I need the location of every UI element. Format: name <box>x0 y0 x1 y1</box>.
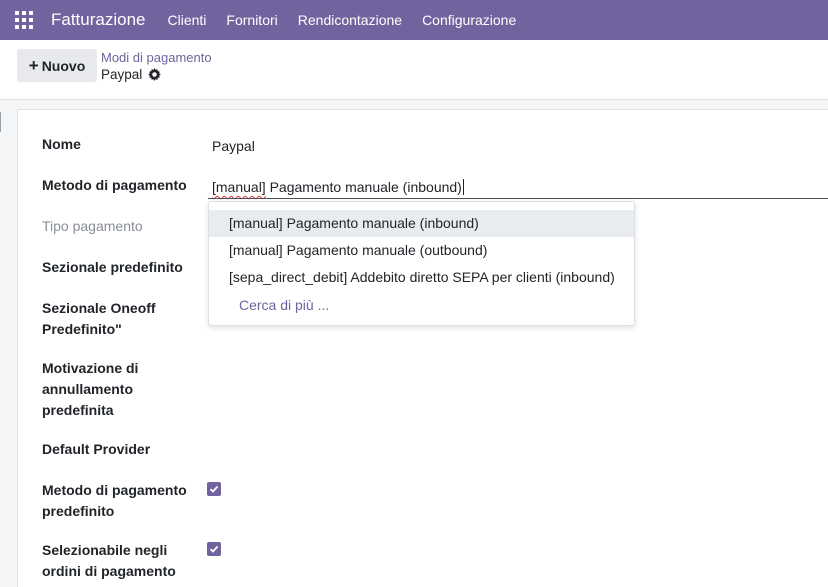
new-button[interactable]: + Nuovo <box>17 49 97 82</box>
new-button-label: Nuovo <box>41 57 86 74</box>
label-line: predefinita <box>42 402 114 418</box>
field-nome[interactable]: Paypal <box>212 138 255 154</box>
label-line: Sezionale Oneoff <box>42 300 156 316</box>
record-title: Paypal <box>101 67 162 82</box>
dropdown-option-sepa-direct-debit[interactable]: [sepa_direct_debit] Addebito diretto SEP… <box>209 264 634 291</box>
label-motivazione: Motivazione di annullamento predefinita <box>42 358 138 421</box>
checkbox-selezionabile[interactable] <box>207 542 221 556</box>
field-metodo-pagamento-input[interactable]: [manual] Pagamento manuale (inbound) <box>212 179 464 195</box>
menu-item-fornitori[interactable]: Fornitori <box>216 12 287 28</box>
menu-item-clienti[interactable]: Clienti <box>158 12 217 28</box>
control-panel: + Nuovo Modi di pagamento Paypal <box>0 40 828 100</box>
gear-icon[interactable] <box>148 68 162 81</box>
label-selezionabile: Selezionabile negli ordini di pagamento <box>42 540 176 582</box>
menu-item-rendicontazione[interactable]: Rendicontazione <box>288 12 412 28</box>
label-nome: Nome <box>42 136 81 152</box>
checkbox-metodo-predefinito[interactable] <box>207 482 221 496</box>
label-line: Predefinito" <box>42 321 122 337</box>
label-tipo-pagamento: Tipo pagamento <box>42 218 143 234</box>
input-underline <box>208 198 828 199</box>
top-navbar: Fatturazione Clienti Fornitori Rendicont… <box>0 0 828 40</box>
check-icon <box>209 485 219 493</box>
value-tag: [manual] <box>212 179 266 195</box>
label-metodo-predefinito: Metodo di pagamento predefinito <box>42 480 187 522</box>
plus-icon: + <box>28 55 39 75</box>
dropdown-option-manual-inbound[interactable]: [manual] Pagamento manuale (inbound) <box>209 210 634 237</box>
label-sezionale-predefinito: Sezionale predefinito <box>42 259 183 275</box>
label-line: Motivazione di <box>42 360 139 376</box>
apps-grid-icon[interactable] <box>15 11 33 29</box>
label-line: predefinito <box>42 503 115 519</box>
breadcrumb[interactable]: Modi di pagamento <box>101 50 212 65</box>
dropdown-option-manual-outbound[interactable]: [manual] Pagamento manuale (outbound) <box>209 237 634 264</box>
search-more-link[interactable]: Cerca di più ... <box>239 292 329 319</box>
label-sezionale-oneoff: Sezionale Oneoff Predefinito" <box>42 298 156 340</box>
app-name[interactable]: Fatturazione <box>51 10 146 30</box>
label-line: Selezionabile negli <box>42 542 168 558</box>
label-line: Metodo di pagamento <box>42 482 187 498</box>
check-icon <box>209 545 219 553</box>
scroll-edge <box>0 112 1 132</box>
value-rest: Pagamento manuale (inbound) <box>265 179 462 195</box>
autocomplete-dropdown: [manual] Pagamento manuale (inbound) [ma… <box>208 201 635 326</box>
main-menu: Clienti Fornitori Rendicontazione Config… <box>158 12 527 28</box>
label-line: annullamento <box>42 381 134 397</box>
menu-item-configurazione[interactable]: Configurazione <box>412 12 526 28</box>
label-line: ordini di pagamento <box>42 563 176 579</box>
record-name: Paypal <box>101 67 143 82</box>
label-default-provider: Default Provider <box>42 441 151 457</box>
label-metodo-pagamento: Metodo di pagamento <box>42 177 187 193</box>
